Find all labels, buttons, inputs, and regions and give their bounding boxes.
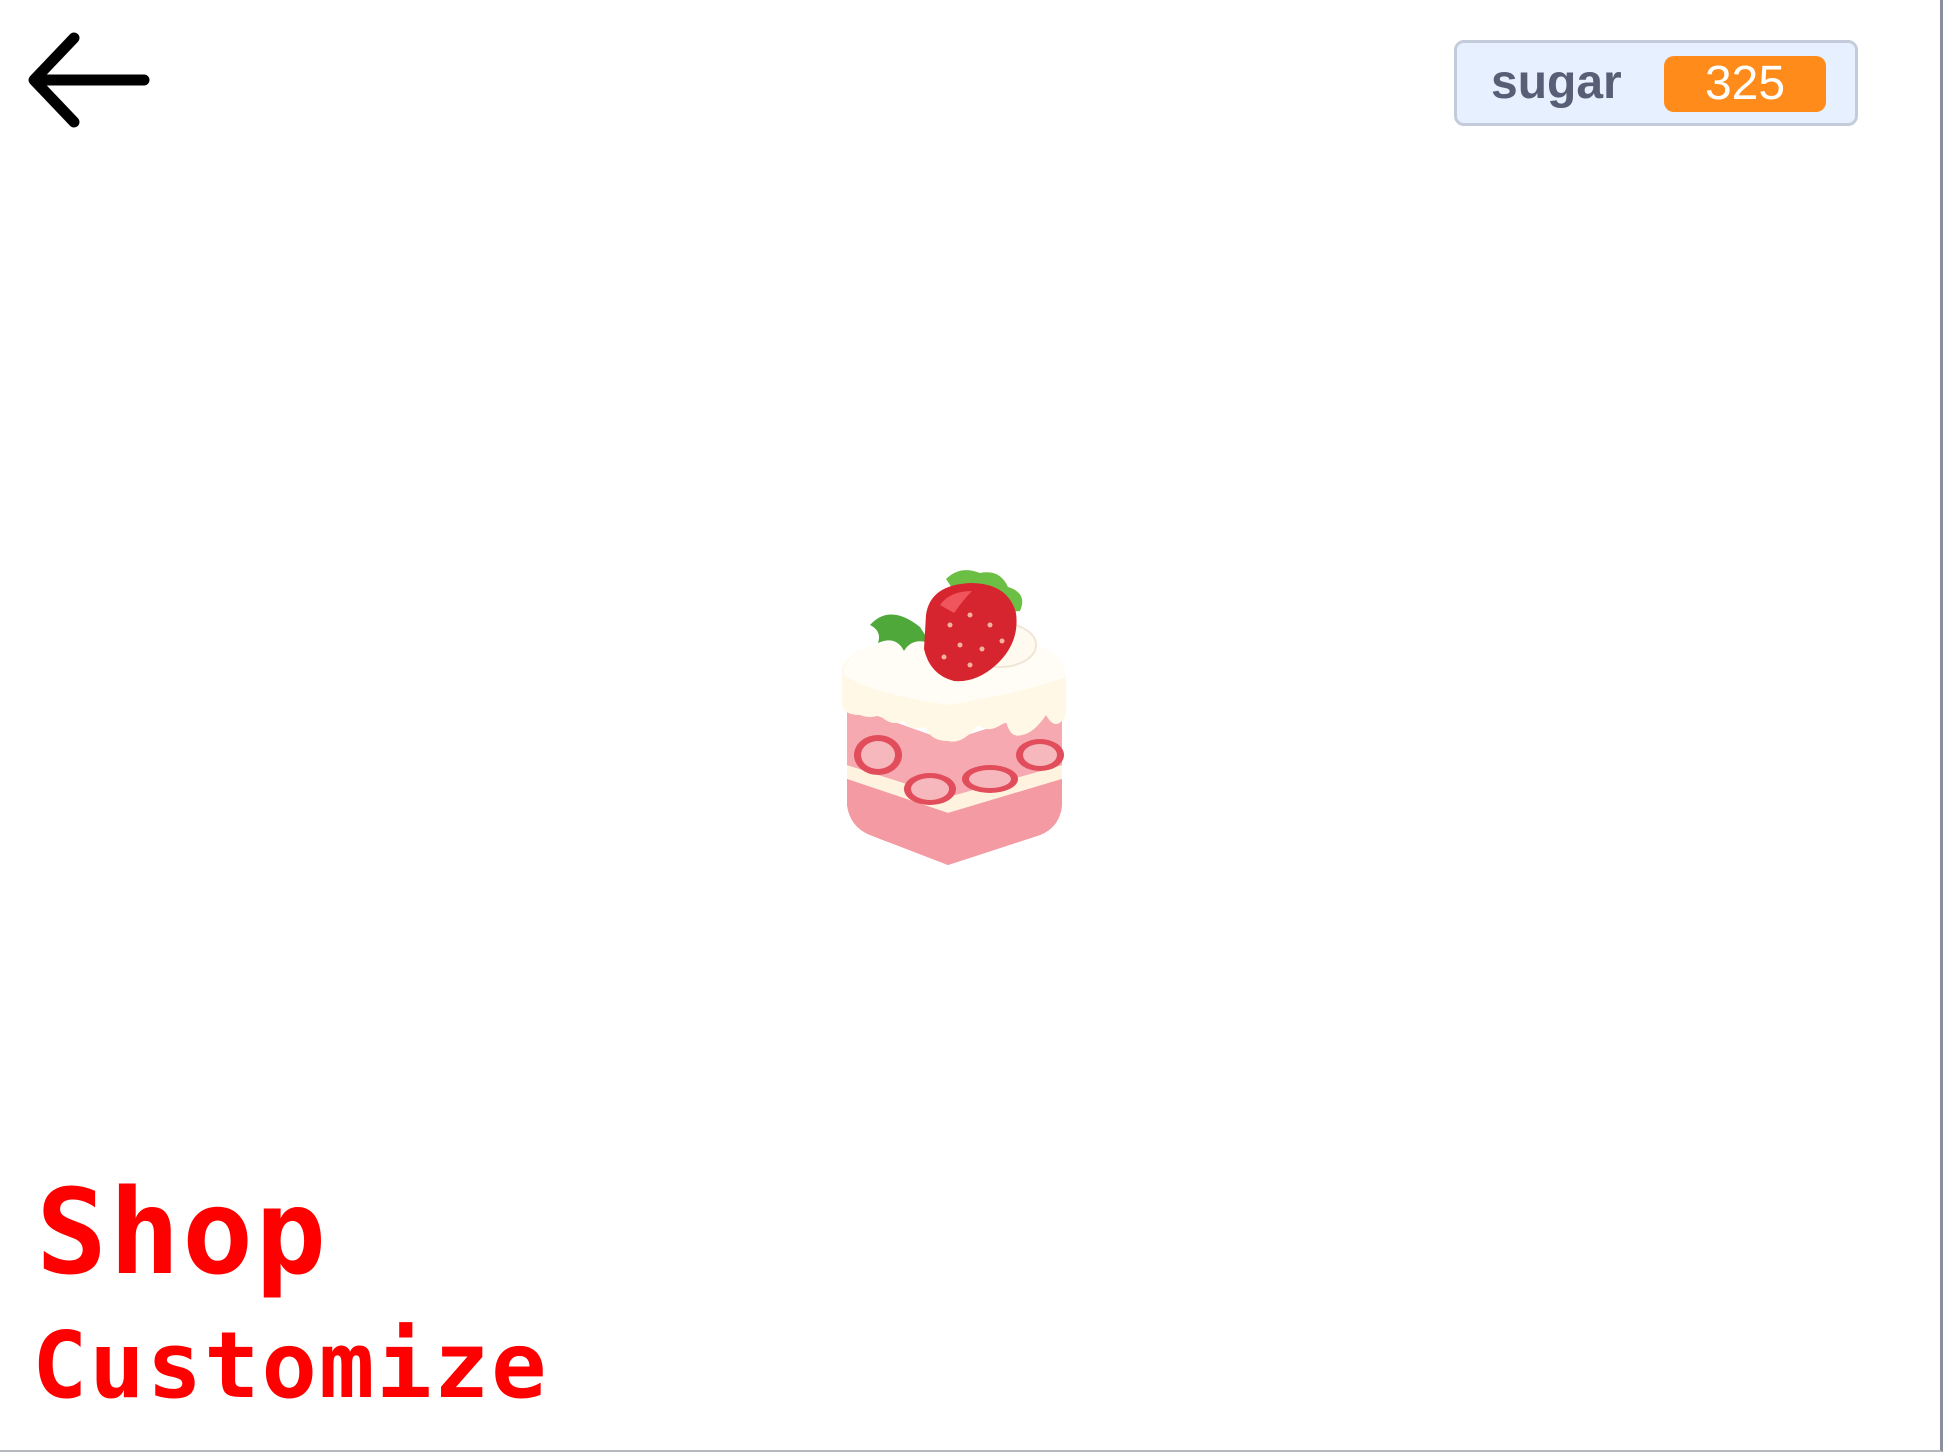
variable-value: 325 [1664, 56, 1826, 112]
customize-button[interactable]: Customize [32, 1316, 549, 1416]
sugar-variable-monitor: sugar 325 [1454, 40, 1858, 126]
back-button[interactable] [28, 30, 152, 130]
variable-label: sugar [1491, 56, 1622, 109]
shop-button[interactable]: Shop [36, 1172, 328, 1292]
cake-sprite[interactable] [830, 565, 1090, 865]
arrow-left-icon [28, 32, 150, 128]
game-stage: sugar 325 Shop Customize [0, 0, 1943, 1452]
strawberry-cake-icon [841, 570, 1066, 865]
